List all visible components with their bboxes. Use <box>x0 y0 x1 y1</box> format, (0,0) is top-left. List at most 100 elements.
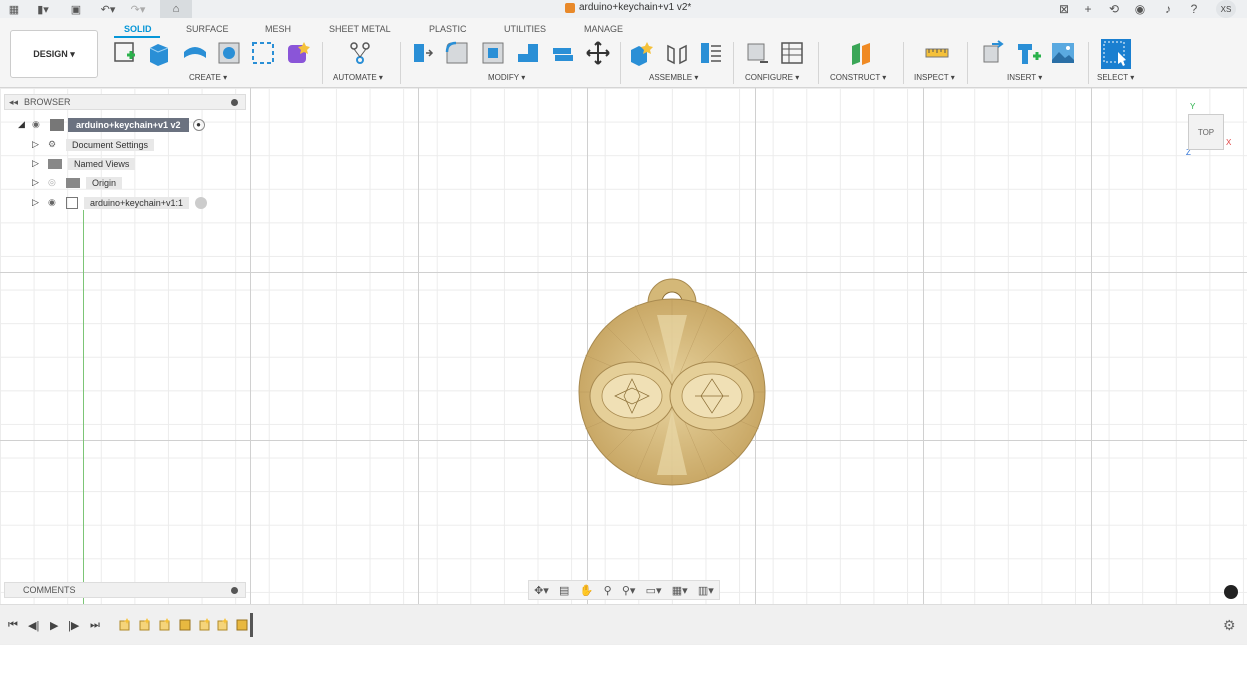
group-select[interactable]: SELECT ▾ <box>1097 73 1134 82</box>
redo-icon[interactable]: ↷▾ <box>126 1 150 17</box>
joint-icon[interactable] <box>664 40 690 66</box>
measure-icon[interactable] <box>924 40 950 66</box>
tree-item-label[interactable]: Origin <box>86 176 123 189</box>
timeline-feature-icon[interactable] <box>216 617 230 631</box>
activate-radio-icon[interactable]: ● <box>192 118 205 131</box>
insert-derive-icon[interactable] <box>980 40 1006 66</box>
tree-item-label[interactable]: arduino+keychain+v1:1 <box>84 196 190 209</box>
tab-sheet-metal[interactable]: SHEET METAL <box>329 24 391 34</box>
configure-icon[interactable] <box>745 40 771 66</box>
activate-radio-icon[interactable] <box>195 196 208 209</box>
file-menu-icon[interactable]: ▮▾ <box>32 1 54 17</box>
help-icon[interactable]: ? <box>1186 1 1202 17</box>
rectangular-pattern-icon[interactable] <box>250 40 276 66</box>
expand-arrow-icon[interactable]: ▷ <box>32 177 48 188</box>
hidden-eye-icon[interactable]: ◎ <box>48 177 66 188</box>
zoom-icon[interactable]: ⚲ <box>604 584 612 597</box>
move-copy-icon[interactable] <box>585 40 611 66</box>
visibility-eye-icon[interactable]: ◉ <box>48 197 66 208</box>
collapse-panel-icon[interactable]: ◂◂ <box>9 97 18 108</box>
timeline-marker[interactable] <box>250 613 253 637</box>
group-inspect[interactable]: INSPECT ▾ <box>914 73 955 82</box>
group-configure[interactable]: CONFIGURE ▾ <box>745 73 799 82</box>
press-pull-icon[interactable] <box>410 40 436 66</box>
keychain-model[interactable] <box>575 275 770 495</box>
group-construct[interactable]: CONSTRUCT ▾ <box>830 73 886 82</box>
timeline-feature-icon[interactable] <box>198 617 212 631</box>
workspace-switcher-button[interactable]: DESIGN ▾ <box>10 30 98 78</box>
expand-arrow-icon[interactable]: ▷ <box>32 197 48 208</box>
revolve-icon[interactable] <box>182 40 208 66</box>
automate-icon[interactable] <box>347 40 373 66</box>
tree-root[interactable]: ◢ ◉ arduino+keychain+v1 v2 ● <box>18 117 205 132</box>
fit-icon[interactable]: ⚲▾ <box>622 584 636 597</box>
view-cube[interactable]: TOP <box>1188 114 1224 150</box>
tree-item-component[interactable]: ▷ ◉ arduino+keychain+v1:1 <box>32 195 208 210</box>
go-to-end-icon[interactable]: ⏭ <box>90 619 100 632</box>
new-tab-icon[interactable]: + <box>1080 1 1096 17</box>
tree-item-document-settings[interactable]: ▷ ⚙ Document Settings <box>32 137 155 152</box>
create-sketch-icon[interactable] <box>112 40 138 66</box>
insert-mesh-icon[interactable] <box>1015 40 1041 66</box>
tree-item-named-views[interactable]: ▷ Named Views <box>32 156 136 171</box>
tab-plastic[interactable]: PLASTIC <box>429 24 467 34</box>
undo-icon[interactable]: ↶▾ <box>96 1 120 17</box>
tree-root-label[interactable]: arduino+keychain+v1 v2 <box>68 117 189 132</box>
group-modify[interactable]: MODIFY ▾ <box>488 73 525 82</box>
shell-icon[interactable] <box>515 40 541 66</box>
save-icon[interactable]: ▣ <box>68 1 84 17</box>
tab-surface[interactable]: SURFACE <box>186 24 229 34</box>
offset-plane-icon[interactable] <box>848 40 874 66</box>
orbit-icon[interactable]: ✥▾ <box>534 584 549 597</box>
step-forward-icon[interactable]: |▶ <box>68 619 79 632</box>
display-settings-icon[interactable]: ▭▾ <box>646 584 662 597</box>
browser-header[interactable]: ◂◂ BROWSER <box>4 94 246 110</box>
insert-canvas-icon[interactable] <box>1050 40 1076 66</box>
look-at-icon[interactable]: ▤ <box>559 584 569 597</box>
text-commands-icon[interactable] <box>1224 585 1238 599</box>
expand-arrow-icon[interactable]: ▷ <box>32 139 48 150</box>
select-icon[interactable] <box>1100 38 1132 70</box>
home-button[interactable]: ⌂ <box>160 0 192 18</box>
expand-arrow-icon[interactable]: ▷ <box>32 158 48 169</box>
bill-of-materials-icon[interactable] <box>698 40 724 66</box>
timeline-feature-icon[interactable] <box>178 617 192 631</box>
tree-item-origin[interactable]: ▷ ◎ Origin <box>32 175 123 190</box>
tab-utilities[interactable]: UTILITIES <box>504 24 546 34</box>
timeline-feature-icon[interactable] <box>118 617 132 631</box>
fillet-icon[interactable] <box>444 40 470 66</box>
expand-arrow-icon[interactable]: ◢ <box>18 119 32 130</box>
form-icon[interactable] <box>285 40 311 66</box>
step-back-icon[interactable]: ◀| <box>28 619 39 632</box>
pan-icon[interactable]: ✋ <box>580 584 594 597</box>
timeline-settings-gear-icon[interactable]: ⚙ <box>1223 617 1236 634</box>
extrude-icon[interactable] <box>146 40 172 66</box>
notifications-icon[interactable]: ♪ <box>1160 1 1176 17</box>
go-to-start-icon[interactable]: ⏮ <box>8 619 18 632</box>
hole-icon[interactable] <box>216 40 242 66</box>
grid-settings-icon[interactable]: ▦▾ <box>672 584 688 597</box>
configuration-table-icon[interactable] <box>779 40 805 66</box>
visibility-eye-icon[interactable]: ◉ <box>32 119 50 130</box>
viewports-icon[interactable]: ▥▾ <box>698 584 714 597</box>
app-grid-icon[interactable]: ▦ <box>6 1 22 17</box>
extensions-icon[interactable]: ⟲ <box>1106 1 1122 17</box>
timeline-feature-icon[interactable] <box>158 617 172 631</box>
new-component-icon[interactable] <box>628 40 654 66</box>
group-create[interactable]: CREATE ▾ <box>189 73 227 82</box>
job-status-icon[interactable]: ◉ <box>1132 1 1148 17</box>
combine-icon[interactable] <box>550 40 576 66</box>
group-insert[interactable]: INSERT ▾ <box>1007 73 1042 82</box>
close-tab-icon[interactable]: ⊠ <box>1056 1 1072 17</box>
timeline-feature-icon[interactable] <box>138 617 152 631</box>
group-automate[interactable]: AUTOMATE ▾ <box>333 73 383 82</box>
timeline-feature-icon[interactable] <box>235 617 249 631</box>
tab-mesh[interactable]: MESH <box>265 24 291 34</box>
chamfer-icon[interactable] <box>480 40 506 66</box>
group-assemble[interactable]: ASSEMBLE ▾ <box>649 73 698 82</box>
tree-item-label[interactable]: Named Views <box>68 157 136 170</box>
tree-item-label[interactable]: Document Settings <box>66 138 155 151</box>
pin-icon[interactable] <box>231 587 238 594</box>
pin-icon[interactable] <box>231 99 238 106</box>
tab-manage[interactable]: MANAGE <box>584 24 623 34</box>
